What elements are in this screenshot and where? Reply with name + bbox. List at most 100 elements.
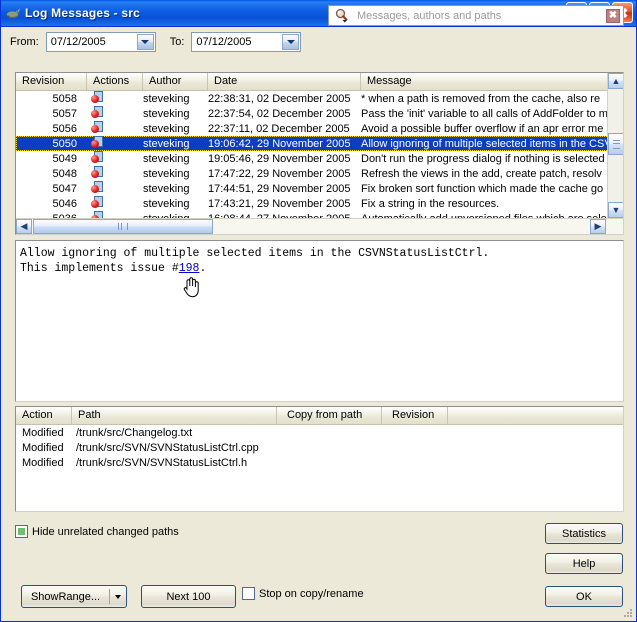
filter-bar: From: 07/12/2005 To: 07/12/2005 [2, 27, 636, 57]
revision-list-body: 5058 steveking 22:38:31, 02 December 200… [16, 90, 623, 226]
chevron-left-icon: ◀ [20, 221, 28, 231]
modified-icon [87, 135, 143, 152]
from-label: From: [10, 36, 39, 48]
cell-revision: 5046 [52, 197, 77, 210]
message-detail-text: Allow ignoring of multiple selected item… [16, 241, 623, 276]
clear-search-button[interactable]: ✖ [606, 9, 620, 23]
chevron-down-icon [286, 40, 295, 44]
search-placeholder-text: Messages, authors and paths [357, 9, 502, 22]
cell-action: Modified [22, 456, 64, 469]
message-line-1: Allow ignoring of multiple selected item… [20, 247, 490, 260]
table-row[interactable]: 5056 steveking 22:37:11, 02 December 200… [16, 120, 623, 136]
list-item[interactable]: Modified /trunk/src/SVN/SVNStatusListCtr… [16, 455, 623, 470]
cell-date: 22:37:11, 02 December 2005 [208, 122, 350, 135]
cell-date: 19:05:46, 29 November 2005 [208, 152, 351, 165]
table-row-selected[interactable]: 5050 steveking 19:06:42, 29 November 200… [16, 135, 623, 152]
vscroll-thumb[interactable] [608, 133, 623, 155]
modified-icon [87, 90, 143, 107]
statistics-button[interactable]: Statistics [545, 523, 623, 544]
stop-on-copy-label: Stop on copy/rename [259, 587, 364, 600]
show-range-button[interactable]: Show Range... [21, 585, 127, 608]
tortoisesvn-icon [5, 5, 21, 21]
cell-revision: 5056 [52, 122, 77, 135]
modified-icon [87, 150, 143, 167]
column-header-path[interactable]: Path [72, 407, 277, 424]
column-header-message[interactable]: Message [361, 73, 623, 90]
scroll-right-button[interactable]: ▶ [590, 219, 606, 234]
table-row[interactable]: 5047 steveking 17:44:51, 29 November 200… [16, 180, 623, 196]
chevron-right-icon: ▶ [594, 221, 602, 231]
column-header-author[interactable]: Author [143, 73, 208, 90]
changed-paths-body: Modified /trunk/src/Changelog.txt Modifi… [16, 425, 623, 470]
hide-unrelated-checkbox-row[interactable]: Hide unrelated changed paths [15, 525, 179, 538]
modified-icon [87, 195, 143, 212]
cell-date: 22:38:31, 02 December 2005 [208, 92, 351, 105]
scroll-left-button[interactable]: ◀ [16, 219, 32, 234]
to-date-picker[interactable]: 07/12/2005 [191, 32, 302, 52]
message-line-2-prefix: This implements issue # [20, 262, 179, 275]
column-header-copy-from-path[interactable]: Copy from path [277, 407, 382, 424]
cell-author: steveking [143, 137, 190, 150]
table-row[interactable]: 5049 steveking 19:05:46, 29 November 200… [16, 150, 623, 167]
cell-author: steveking [143, 152, 190, 165]
from-date-dropdown-button[interactable] [136, 34, 154, 50]
from-date-value: 07/12/2005 [50, 36, 106, 48]
cell-message: Avoid a possible buffer overflow if an a… [361, 122, 604, 135]
list-item[interactable]: Modified /trunk/src/SVN/SVNStatusListCtr… [16, 440, 623, 455]
table-row[interactable]: 5058 steveking 22:38:31, 02 December 200… [16, 90, 623, 107]
hand-cursor-icon [182, 276, 199, 298]
cell-revision: 5057 [52, 107, 77, 120]
log-messages-window: Log Messages - src ✖ From: 07/12/2005 To… [0, 0, 637, 622]
checkbox-indeterminate-icon [18, 528, 25, 535]
modified-icon [87, 105, 143, 122]
hscroll-thumb[interactable] [33, 219, 213, 234]
message-detail-pane[interactable]: Allow ignoring of multiple selected item… [15, 240, 624, 402]
table-row[interactable]: 5046 steveking 17:43:21, 29 November 200… [16, 195, 623, 212]
help-button[interactable]: Help [545, 553, 623, 574]
chevron-down-icon: ▼ [611, 204, 621, 215]
resize-grip[interactable] [622, 607, 634, 619]
revision-list-hscrollbar[interactable]: ◀ ▶ [16, 218, 623, 234]
cell-revision: 5047 [52, 182, 77, 195]
column-header-actions[interactable]: Actions [87, 73, 143, 90]
table-row[interactable]: 5057 steveking 22:37:54, 02 December 200… [16, 105, 623, 122]
column-header-revision[interactable]: Revision [382, 407, 448, 424]
column-header-date[interactable]: Date [208, 73, 361, 90]
next-100-button[interactable]: Next 100 [141, 585, 236, 608]
changed-paths-list[interactable]: Action Path Copy from path Revision Modi… [15, 406, 624, 512]
stop-on-copy-checkbox-row[interactable]: Stop on copy/rename [242, 587, 364, 600]
chevron-down-icon [115, 594, 121, 599]
table-row[interactable]: 5048 steveking 17:47:22, 29 November 200… [16, 165, 623, 182]
list-item[interactable]: Modified /trunk/src/Changelog.txt [16, 425, 623, 440]
cell-action: Modified [22, 426, 64, 439]
revision-list-vscrollbar[interactable]: ▲ ▼ [607, 73, 623, 234]
show-range-dropdown-button[interactable] [110, 586, 126, 607]
grip-icon [118, 223, 128, 230]
scroll-up-button[interactable]: ▲ [608, 73, 623, 89]
modified-icon [87, 165, 143, 182]
cell-message: Don't run the progress dialog if nothing… [361, 152, 605, 165]
ok-button[interactable]: OK [545, 586, 623, 607]
cell-date: 17:44:51, 29 November 2005 [208, 182, 351, 195]
hide-unrelated-label: Hide unrelated changed paths [32, 525, 179, 538]
hide-unrelated-checkbox[interactable] [15, 525, 28, 538]
cell-author: steveking [143, 167, 190, 180]
message-line-2-suffix: . [199, 262, 207, 275]
to-date-dropdown-button[interactable] [282, 34, 300, 50]
to-date-value: 07/12/2005 [196, 36, 252, 48]
issue-link[interactable]: 198 [179, 262, 200, 275]
cell-author: steveking [143, 92, 190, 105]
revision-list[interactable]: Revision Actions Author Date Message 505… [15, 72, 624, 235]
cell-revision: 5048 [52, 167, 77, 180]
search-input[interactable]: Messages, authors and paths ✖ [328, 5, 624, 26]
column-header-action[interactable]: Action [16, 407, 72, 424]
cell-message: Fix broken sort function which made the … [361, 182, 604, 195]
scroll-down-button[interactable]: ▼ [608, 202, 623, 218]
column-header-revision[interactable]: Revision [16, 73, 87, 90]
search-icon[interactable] [334, 8, 350, 23]
cell-message: Fix a string in the resources. [361, 197, 500, 210]
stop-on-copy-checkbox[interactable] [242, 587, 255, 600]
from-date-picker[interactable]: 07/12/2005 [45, 32, 156, 52]
cell-date: 17:47:22, 29 November 2005 [208, 167, 351, 180]
to-label: To: [169, 36, 185, 48]
